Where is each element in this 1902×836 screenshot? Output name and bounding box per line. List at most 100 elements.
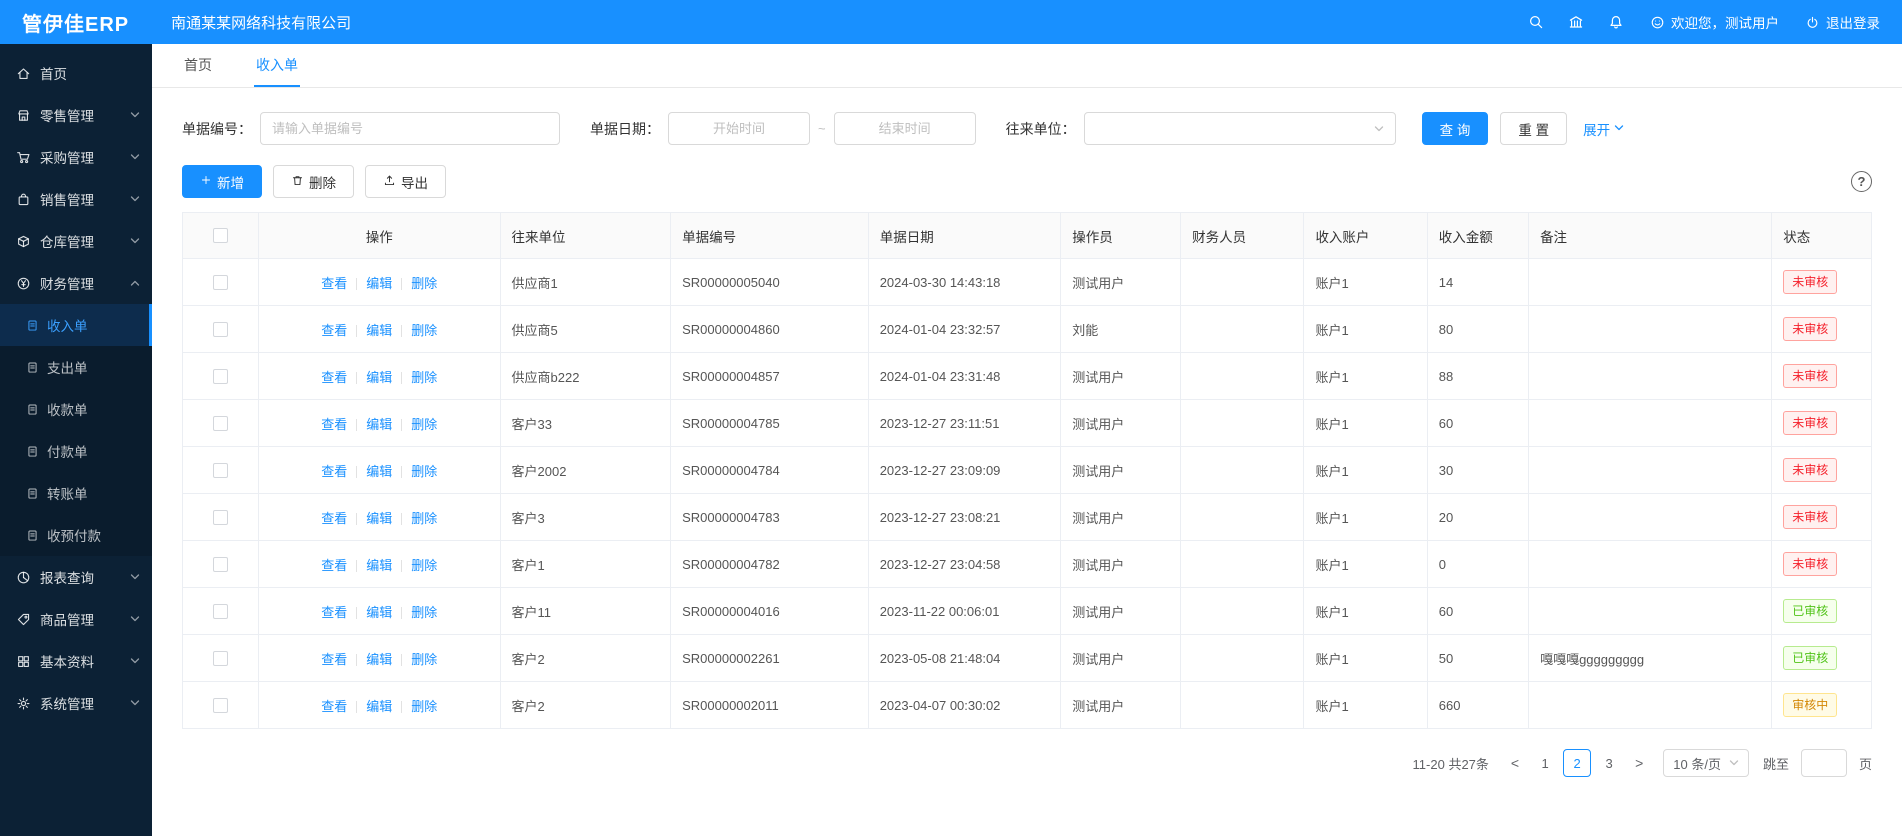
- edit-link[interactable]: 编辑: [366, 417, 392, 432]
- chevron-down-icon: [130, 656, 140, 666]
- sidebar-item-system[interactable]: 系统管理: [0, 682, 152, 724]
- delete-link[interactable]: 删除: [411, 511, 437, 526]
- delete-link[interactable]: 删除: [411, 605, 437, 620]
- account-cell: 账户1: [1304, 353, 1427, 400]
- plus-icon: [200, 174, 212, 189]
- col-bill-date: 单据日期: [868, 213, 1061, 259]
- tab-income-bill[interactable]: 收入单: [254, 44, 300, 87]
- bill-no-input[interactable]: [260, 112, 560, 145]
- sidebar-item-label: 收入单: [47, 315, 88, 335]
- view-link[interactable]: 查看: [321, 605, 347, 620]
- page-button-1[interactable]: 1: [1531, 749, 1559, 777]
- jump-page-input[interactable]: [1801, 749, 1847, 777]
- bank-icon[interactable]: [1568, 14, 1584, 30]
- edit-link[interactable]: 编辑: [366, 276, 392, 291]
- sidebar-item-expense-bill[interactable]: 支出单: [0, 346, 152, 388]
- status-cell: 未审核: [1772, 541, 1872, 588]
- partner-select[interactable]: [1084, 112, 1396, 145]
- export-button[interactable]: 导出: [365, 165, 446, 198]
- select-all-checkbox[interactable]: [213, 228, 228, 243]
- end-date-input[interactable]: [834, 112, 976, 145]
- sidebar-item-finance[interactable]: 财务管理: [0, 262, 152, 304]
- sales-icon: [16, 192, 31, 207]
- edit-link[interactable]: 编辑: [366, 699, 392, 714]
- add-button[interactable]: 新增: [182, 165, 262, 198]
- edit-link[interactable]: 编辑: [366, 558, 392, 573]
- amount-cell: 20: [1427, 494, 1528, 541]
- sidebar-item-transfer-bill[interactable]: 转账单: [0, 472, 152, 514]
- welcome-user[interactable]: 欢迎您，测试用户: [1650, 12, 1779, 32]
- search-icon[interactable]: [1528, 14, 1544, 30]
- sidebar-item-receipt-bill[interactable]: 收款单: [0, 388, 152, 430]
- sidebar-item-goods[interactable]: 商品管理: [0, 598, 152, 640]
- row-checkbox[interactable]: [213, 698, 228, 713]
- edit-link[interactable]: 编辑: [366, 370, 392, 385]
- delete-link[interactable]: 删除: [411, 276, 437, 291]
- row-checkbox[interactable]: [213, 275, 228, 290]
- edit-link[interactable]: 编辑: [366, 605, 392, 620]
- row-checkbox[interactable]: [213, 322, 228, 337]
- bell-icon[interactable]: [1608, 14, 1624, 30]
- expand-link[interactable]: 展开: [1583, 119, 1624, 139]
- sidebar-item-basic[interactable]: 基本资料: [0, 640, 152, 682]
- trash-icon: [291, 174, 304, 190]
- amount-cell: 88: [1427, 353, 1528, 400]
- page-size-select[interactable]: 10 条/页: [1663, 749, 1749, 777]
- page-button-3[interactable]: 3: [1595, 749, 1623, 777]
- edit-link[interactable]: 编辑: [366, 323, 392, 338]
- row-checkbox[interactable]: [213, 369, 228, 384]
- row-checkbox[interactable]: [213, 557, 228, 572]
- logout-button[interactable]: 退出登录: [1805, 12, 1880, 32]
- sidebar-item-purchase[interactable]: 采购管理: [0, 136, 152, 178]
- view-link[interactable]: 查看: [321, 464, 347, 479]
- view-link[interactable]: 查看: [321, 511, 347, 526]
- row-checkbox[interactable]: [213, 510, 228, 525]
- operator-cell: 测试用户: [1061, 494, 1181, 541]
- delete-link[interactable]: 删除: [411, 464, 437, 479]
- row-checkbox[interactable]: [213, 651, 228, 666]
- bill-no-cell: SR00000005040: [671, 259, 869, 306]
- table-row: 查看编辑删除客户2SR000000020112023-04-07 00:30:0…: [183, 682, 1872, 729]
- edit-link[interactable]: 编辑: [366, 464, 392, 479]
- delete-button[interactable]: 删除: [273, 165, 354, 198]
- action-divider: [401, 466, 402, 478]
- view-link[interactable]: 查看: [321, 558, 347, 573]
- tab-home[interactable]: 首页: [182, 44, 214, 87]
- delete-link[interactable]: 删除: [411, 323, 437, 338]
- action-divider: [401, 372, 402, 384]
- sidebar-item-payment-bill[interactable]: 付款单: [0, 430, 152, 472]
- page-button-2[interactable]: 2: [1563, 749, 1591, 777]
- sidebar-item-retail[interactable]: 零售管理: [0, 94, 152, 136]
- row-checkbox[interactable]: [213, 463, 228, 478]
- jump-suffix: 页: [1859, 754, 1872, 773]
- amount-cell: 60: [1427, 588, 1528, 635]
- delete-link[interactable]: 删除: [411, 652, 437, 667]
- view-link[interactable]: 查看: [321, 370, 347, 385]
- delete-link[interactable]: 删除: [411, 558, 437, 573]
- edit-link[interactable]: 编辑: [366, 511, 392, 526]
- sidebar-item-advance-receipt[interactable]: 收预付款: [0, 514, 152, 556]
- delete-link[interactable]: 删除: [411, 699, 437, 714]
- delete-link[interactable]: 删除: [411, 370, 437, 385]
- sidebar-item-income-bill[interactable]: 收入单: [0, 304, 152, 346]
- search-button[interactable]: 查 询: [1422, 112, 1489, 145]
- sidebar-item-home[interactable]: 首页: [0, 52, 152, 94]
- row-checkbox[interactable]: [213, 604, 228, 619]
- help-icon[interactable]: ?: [1851, 171, 1872, 192]
- edit-link[interactable]: 编辑: [366, 652, 392, 667]
- row-checkbox[interactable]: [213, 416, 228, 431]
- reset-button[interactable]: 重 置: [1500, 112, 1567, 145]
- view-link[interactable]: 查看: [321, 276, 347, 291]
- prev-page-button[interactable]: <: [1505, 755, 1525, 771]
- sidebar-item-report[interactable]: 报表查询: [0, 556, 152, 598]
- sidebar-item-warehouse[interactable]: 仓库管理: [0, 220, 152, 262]
- view-link[interactable]: 查看: [321, 652, 347, 667]
- view-link[interactable]: 查看: [321, 323, 347, 338]
- next-page-button[interactable]: >: [1629, 755, 1649, 771]
- sidebar-item-sales[interactable]: 销售管理: [0, 178, 152, 220]
- view-link[interactable]: 查看: [321, 417, 347, 432]
- delete-link[interactable]: 删除: [411, 417, 437, 432]
- view-link[interactable]: 查看: [321, 699, 347, 714]
- chevron-down-icon: [130, 110, 140, 120]
- start-date-input[interactable]: [668, 112, 810, 145]
